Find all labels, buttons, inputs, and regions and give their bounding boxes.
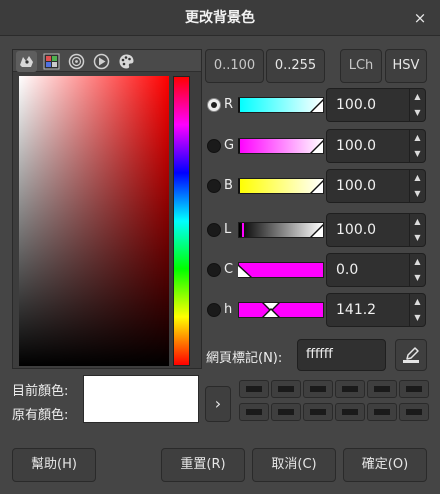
tab-gimp-selector[interactable] [16,51,37,72]
value-field-h[interactable]: 141.2 [326,293,410,327]
help-button[interactable]: 幫助(H) [12,448,96,482]
tab-wheel-selector[interactable] [66,51,87,72]
spin-down-icon[interactable]: ▼ [410,230,425,246]
close-icon[interactable]: × [410,8,430,28]
spin-up-icon[interactable]: ▲ [410,294,425,310]
slider-l[interactable] [238,222,324,238]
scales-icon [43,53,60,70]
history-swatch[interactable] [271,403,301,421]
value-field-c[interactable]: 0.0 [326,253,410,287]
radio-g[interactable] [207,139,221,153]
history-swatch[interactable] [303,403,333,421]
spin-up-icon[interactable]: ▲ [410,214,425,230]
spin-down-icon[interactable]: ▼ [410,310,425,326]
channel-label-g: G [224,138,235,153]
tab-scales-selector[interactable] [41,51,62,72]
history-swatch[interactable] [399,380,429,398]
tab-palette-selector[interactable] [116,51,137,72]
spin-down-icon[interactable]: ▼ [410,186,425,202]
color-swatch [83,375,199,423]
radio-l[interactable] [207,223,221,237]
spin-up-icon[interactable]: ▲ [410,89,425,105]
eyedropper-icon [403,347,419,363]
palette-icon [119,54,134,69]
slider-handle [262,303,280,317]
cancel-button[interactable]: 取消(C) [252,448,336,482]
value-field-g[interactable]: 100.0 [326,129,410,163]
slider-b[interactable] [238,178,324,194]
hsv-button[interactable]: HSV [385,49,427,83]
triangle-icon [93,53,110,70]
slider-handle [238,98,323,112]
radio-c[interactable] [207,263,221,277]
current-color-label: 目前顏色: [12,384,69,399]
slider-r[interactable] [238,97,324,113]
spin-arrows-g[interactable]: ▲ ▼ [410,129,426,163]
history-swatch[interactable] [239,403,269,421]
hex-label: 網頁標記(N): [206,351,283,366]
history-swatch[interactable] [399,403,429,421]
spin-up-icon[interactable]: ▲ [410,170,425,186]
saturation-value-area[interactable] [19,76,169,366]
reset-button[interactable]: 重置(R) [161,448,245,482]
wilber-icon [20,56,33,67]
window-title: 更改背景色 [185,10,255,26]
hex-input[interactable]: ffffff [297,339,386,371]
range-0-100-button[interactable]: 0..100 [205,49,264,83]
range-0-255-button[interactable]: 0..255 [266,49,325,83]
spin-arrows-l[interactable]: ▲ ▼ [410,213,426,247]
spin-up-icon[interactable]: ▲ [410,254,425,270]
history-swatch[interactable] [367,380,397,398]
radio-r[interactable] [207,98,221,112]
slider-c[interactable] [238,262,324,278]
history-swatch[interactable] [271,380,301,398]
spin-arrows-c[interactable]: ▲ ▼ [410,253,426,287]
channel-label-l: L [224,222,232,237]
hue-strip[interactable] [173,76,190,366]
channel-label-c: C [224,262,234,277]
old-color-label: 原有顏色: [12,408,69,423]
value-field-l[interactable]: 100.0 [326,213,410,247]
add-to-history-button[interactable]: › [205,386,231,422]
history-swatch[interactable] [303,380,333,398]
spin-up-icon[interactable]: ▲ [410,130,425,146]
history-swatch[interactable] [335,403,365,421]
color-picker-button[interactable] [395,339,427,371]
slider-handle [238,264,252,277]
spin-down-icon[interactable]: ▼ [410,146,425,162]
spin-arrows-b[interactable]: ▲ ▼ [410,169,426,203]
value-field-b[interactable]: 100.0 [326,169,410,203]
channel-label-r: R [224,97,234,112]
value-field-r[interactable]: 100.0 [326,88,410,122]
slider-handle [238,139,323,153]
channel-label-h: h [224,302,233,317]
tab-triangle-selector[interactable] [91,51,112,72]
spin-arrows-r[interactable]: ▲ ▼ [410,88,426,122]
slider-h[interactable] [238,302,324,318]
spin-down-icon[interactable]: ▼ [410,105,425,121]
spin-arrows-h[interactable]: ▲ ▼ [410,293,426,327]
color-wheel-icon [68,53,85,70]
radio-h[interactable] [207,303,221,317]
history-swatch[interactable] [239,380,269,398]
radio-b[interactable] [207,179,221,193]
spin-down-icon[interactable]: ▼ [410,270,425,286]
lch-button[interactable]: LCh [340,49,382,83]
history-swatch[interactable] [335,380,365,398]
slider-handle [242,223,323,237]
history-swatch[interactable] [367,403,397,421]
channel-label-b: B [224,178,233,193]
ok-button[interactable]: 確定(O) [343,448,427,482]
slider-handle [238,179,323,193]
slider-g[interactable] [238,138,324,154]
